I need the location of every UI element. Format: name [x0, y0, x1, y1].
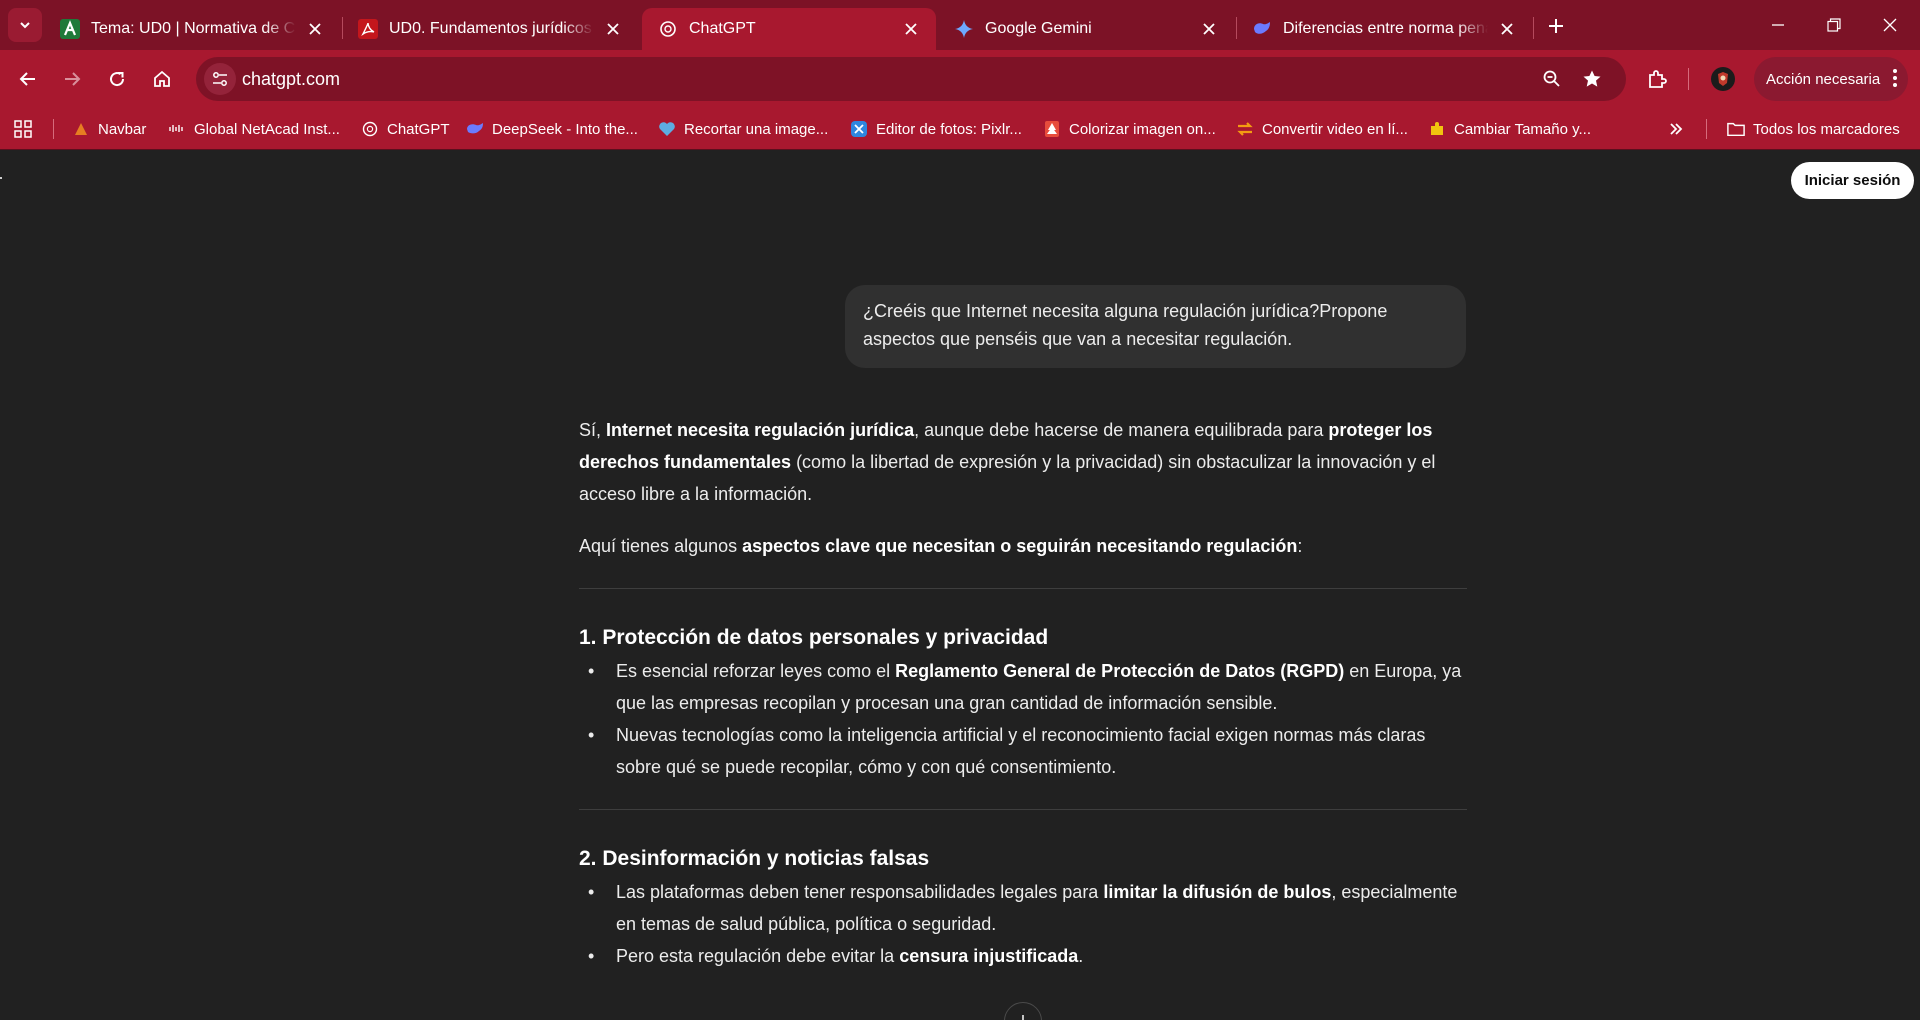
bookmark-pixlr[interactable]: Editor de fotos: Pixlr...: [850, 117, 1022, 141]
plus-icon: [1549, 19, 1563, 33]
pixlr-icon: [850, 120, 868, 138]
cisco-icon: [168, 120, 186, 138]
divider: [579, 588, 1467, 589]
zoom-icon[interactable]: [1540, 67, 1564, 91]
extensions-icon[interactable]: [1642, 64, 1672, 94]
all-bookmarks-button[interactable]: Todos los marcadores: [1727, 117, 1900, 141]
url-text[interactable]: chatgpt.com: [242, 69, 340, 90]
close-icon[interactable]: [1198, 18, 1220, 40]
star-icon[interactable]: [1580, 67, 1604, 91]
close-icon: [1883, 18, 1897, 32]
gemini-icon: [954, 19, 974, 39]
section-heading: 2. Desinformación y noticias falsas: [579, 847, 930, 870]
close-icon[interactable]: [1496, 18, 1518, 40]
list-item: Es esencial reforzar leyes como el Regla…: [588, 655, 1467, 719]
tab-strip: Tema: UD0 | Normativa de Ciberseguridad …: [0, 0, 1920, 50]
address-bar[interactable]: chatgpt.com: [196, 57, 1626, 101]
action-required-button[interactable]: Acción necesaria: [1754, 57, 1908, 101]
close-icon[interactable]: [602, 18, 624, 40]
site-info-button[interactable]: [204, 63, 236, 95]
list-item: Nuevas tecnologías como la inteligencia …: [588, 719, 1467, 783]
close-icon[interactable]: [304, 18, 326, 40]
more-vert-icon[interactable]: [1892, 68, 1898, 92]
bookmark-deepseek[interactable]: DeepSeek - Into the...: [466, 117, 638, 141]
bookmark-chatgpt[interactable]: ChatGPT: [361, 117, 450, 141]
tab-title: ChatGPT: [689, 20, 756, 37]
bookmark-netacad[interactable]: Global NetAcad Inst...: [168, 117, 340, 141]
user-message: ¿Creéis que Internet necesita alguna reg…: [845, 285, 1466, 368]
answer-intro: Sí, Internet necesita regulación jurídic…: [579, 420, 1436, 504]
tab-chatgpt[interactable]: ChatGPT: [642, 8, 936, 50]
minimize-button[interactable]: [1750, 0, 1806, 50]
chatgpt-icon: [658, 19, 678, 39]
new-tab-button[interactable]: [1540, 10, 1572, 42]
tab-deepseek[interactable]: Diferencias entre norma penal y: [1236, 8, 1532, 50]
moodle-a-icon: [60, 19, 80, 39]
section-list: Las plataformas deben tener responsabili…: [579, 876, 1467, 972]
arrow-left-icon: [19, 72, 35, 86]
back-button[interactable]: [10, 61, 46, 97]
signin-button[interactable]: Iniciar sesión: [1791, 162, 1914, 199]
chevron-down-icon: [20, 22, 30, 29]
tune-icon: [213, 72, 227, 86]
reload-button[interactable]: [99, 61, 135, 97]
chatgpt-icon: [361, 120, 379, 138]
tab-title: UD0. Fundamentos jurídicos de la ciberse…: [389, 20, 594, 37]
bookmark-cambiar-tamano[interactable]: Cambiar Tamaño y...: [1428, 117, 1591, 141]
bookmark-colorizar[interactable]: Colorizar imagen on...: [1043, 117, 1216, 141]
restore-icon: [1827, 18, 1841, 32]
close-icon[interactable]: [900, 18, 922, 40]
reload-icon: [110, 72, 125, 87]
home-button[interactable]: [144, 61, 180, 97]
bookmark-navbar[interactable]: Navbar: [72, 117, 146, 141]
tab-gemini[interactable]: Google Gemini: [938, 8, 1234, 50]
scroll-down-button[interactable]: [1004, 1002, 1042, 1020]
tab-moodle[interactable]: Tema: UD0 | Normativa de Ciberseguridad: [44, 8, 340, 50]
profile-avatar[interactable]: [1708, 64, 1738, 94]
chevron-right-double-icon[interactable]: [1668, 117, 1684, 141]
deepseek-icon: [466, 120, 484, 138]
pdf-icon: [358, 19, 378, 39]
convert-icon: [1236, 120, 1254, 138]
deepseek-icon: [1252, 19, 1272, 39]
bookmark-favicon-icon: [72, 120, 90, 138]
bookmarks-bar: Navbar Global NetAcad Inst... ChatGPT De…: [0, 108, 1920, 150]
chat-page: Iniciar sesión ¿Creéis que Internet nece…: [0, 151, 1920, 1020]
apps-grid-icon[interactable]: [13, 117, 33, 141]
divider: [579, 809, 1467, 810]
tree-icon: [1043, 120, 1061, 138]
tab-title: Diferencias entre norma penal y: [1283, 20, 1488, 37]
list-item: Pero esta regulación debe evitar la cens…: [588, 940, 1467, 972]
forward-button[interactable]: [54, 61, 90, 97]
bookmark-convertir[interactable]: Convertir video en lí...: [1236, 117, 1408, 141]
browser-toolbar: chatgpt.com Acción necesaria: [0, 50, 1920, 108]
section-list: Es esencial reforzar leyes como el Regla…: [579, 655, 1467, 783]
home-icon: [154, 70, 170, 87]
arrow-down-icon: [1022, 1015, 1024, 1020]
tab-title: Tema: UD0 | Normativa de Ciberseguridad: [91, 20, 296, 37]
minimize-icon: [1772, 24, 1784, 26]
action-required-label: Acción necesaria: [1766, 70, 1881, 88]
tab-search-button[interactable]: [8, 8, 42, 42]
assistant-response: Sí, Internet necesita regulación jurídic…: [579, 414, 1467, 972]
close-window-button[interactable]: [1862, 0, 1918, 50]
puzzle-icon: [1428, 120, 1446, 138]
cursor-mark: [0, 177, 2, 179]
bookmark-recortar[interactable]: Recortar una image...: [658, 117, 828, 141]
restore-button[interactable]: [1806, 0, 1862, 50]
tab-title: Google Gemini: [985, 20, 1092, 37]
arrow-right-icon: [65, 72, 81, 86]
answer-lead: Aquí tienes algunos aspectos clave que n…: [579, 536, 1303, 556]
tab-pdf[interactable]: UD0. Fundamentos jurídicos de la ciberse…: [342, 8, 638, 50]
list-item: Las plataformas deben tener responsabili…: [588, 876, 1467, 940]
section-heading: 1. Protección de datos personales y priv…: [579, 626, 1049, 649]
heart-icon: [658, 120, 676, 138]
folder-icon: [1727, 120, 1745, 138]
